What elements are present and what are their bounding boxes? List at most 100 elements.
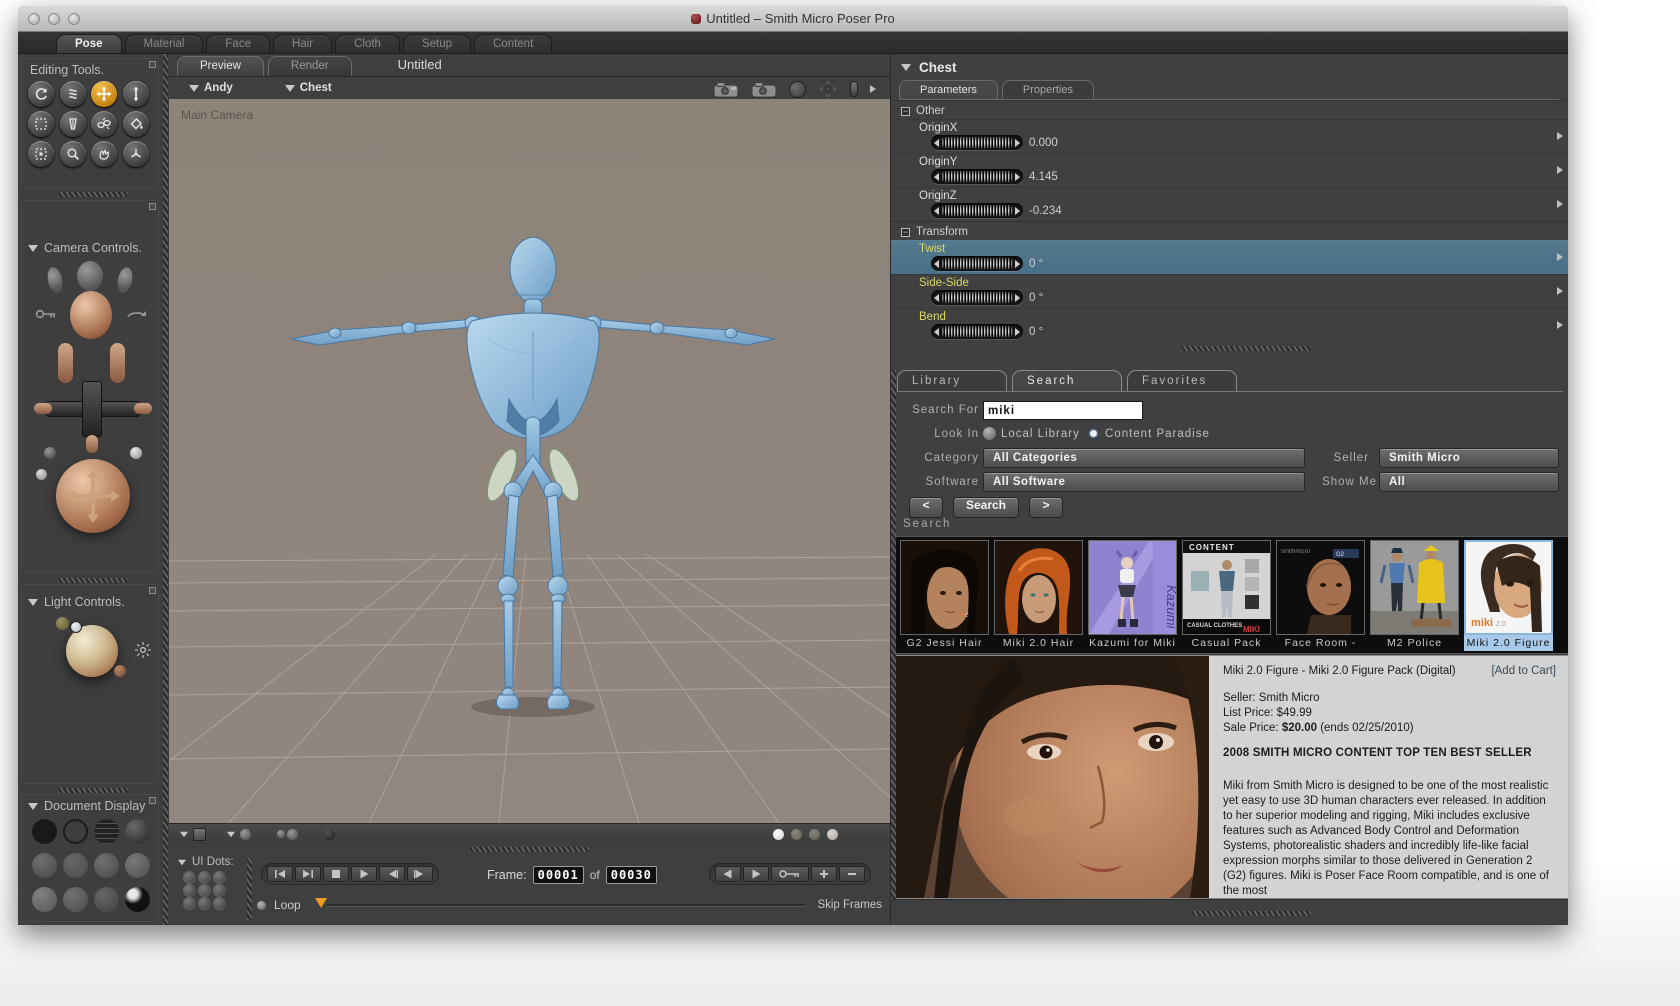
collapse-triangle-icon[interactable] bbox=[28, 244, 38, 252]
search-button[interactable]: Search bbox=[953, 497, 1019, 518]
delete-keyframe-button[interactable] bbox=[839, 866, 865, 882]
grouping-tool-icon[interactable] bbox=[28, 141, 54, 167]
head-camera-icon[interactable] bbox=[77, 261, 103, 291]
parameter-dial[interactable] bbox=[931, 324, 1023, 339]
next-page-button[interactable]: > bbox=[1029, 497, 1063, 518]
section-resize-grip[interactable] bbox=[58, 788, 128, 793]
scale-view-handle-icon[interactable] bbox=[850, 81, 858, 97]
depth-dot-icon[interactable] bbox=[791, 828, 802, 840]
tab-content[interactable]: Content bbox=[474, 34, 553, 53]
timeline-slider[interactable] bbox=[326, 903, 806, 907]
light-dot-icon[interactable] bbox=[70, 621, 82, 633]
ui-dot[interactable] bbox=[183, 897, 196, 910]
translate-inout-tool-icon[interactable] bbox=[122, 81, 149, 107]
display-smooth-shaded-icon[interactable] bbox=[125, 853, 150, 878]
next-key-button[interactable] bbox=[743, 866, 769, 882]
parameter-dial[interactable] bbox=[931, 256, 1023, 271]
tab-setup[interactable]: Setup bbox=[402, 34, 471, 53]
section-gadget-icon[interactable] bbox=[149, 587, 156, 594]
parameter-menu-icon[interactable] bbox=[1557, 253, 1563, 261]
result-thumbnail-kazumi[interactable]: Kazumi Kazumi for Miki bbox=[1088, 540, 1177, 653]
multi-ball-icon[interactable] bbox=[287, 828, 298, 840]
local-library-radio-label[interactable]: Local Library bbox=[1001, 428, 1080, 440]
light-dot-icon[interactable] bbox=[56, 617, 69, 630]
display-flat-lined-icon[interactable] bbox=[94, 853, 119, 878]
tracking-menu-icon[interactable] bbox=[227, 831, 235, 837]
display-flat-shaded-icon[interactable] bbox=[63, 853, 88, 878]
ui-dot[interactable] bbox=[213, 871, 226, 884]
result-thumbnail-m2-police[interactable]: M2 Police bbox=[1370, 540, 1459, 653]
display-smooth-lined-icon[interactable] bbox=[32, 887, 57, 912]
twist-tool-icon[interactable] bbox=[59, 81, 86, 107]
result-thumbnail-casual-pack[interactable]: CONTENT CASUAL CLOTHES MIKI Casual Pack bbox=[1182, 540, 1271, 653]
display-texture-shaded-icon[interactable] bbox=[63, 887, 88, 912]
prev-key-button[interactable] bbox=[715, 866, 741, 882]
result-thumbnail-miki-hair[interactable]: Miki 2.0 Hair bbox=[994, 540, 1083, 653]
camera-name-label[interactable]: Main Camera bbox=[181, 108, 253, 122]
view-magnifier-tool-icon[interactable] bbox=[59, 141, 86, 167]
page-menu-icon[interactable] bbox=[180, 831, 188, 837]
timeline-position-marker[interactable] bbox=[314, 898, 327, 908]
content-paradise-radio[interactable] bbox=[1087, 427, 1100, 440]
seller-dropdown[interactable]: Smith Micro bbox=[1379, 448, 1559, 468]
camera-dot-icon[interactable] bbox=[44, 447, 56, 459]
prev-page-button[interactable]: < bbox=[909, 497, 943, 518]
edit-keyframes-button[interactable] bbox=[771, 866, 809, 882]
left-hand-camera-icon[interactable] bbox=[45, 265, 65, 295]
parameter-dial[interactable] bbox=[931, 203, 1023, 218]
viewport-3d[interactable]: Main Camera bbox=[169, 99, 890, 823]
result-thumbnail-miki-figure[interactable]: miki 2.0 Miki 2.0 Figure bbox=[1464, 540, 1553, 653]
depth-dot-icon[interactable] bbox=[827, 828, 838, 840]
collapse-triangle-icon[interactable] bbox=[28, 802, 38, 810]
depth-dot-icon[interactable] bbox=[809, 828, 820, 840]
morphing-tool-icon[interactable] bbox=[91, 141, 117, 167]
loop-radio[interactable] bbox=[257, 900, 266, 910]
tab-material[interactable]: Material bbox=[124, 34, 204, 53]
right-hand-camera-icon[interactable] bbox=[115, 265, 135, 295]
stop-button[interactable] bbox=[323, 866, 349, 882]
depth-dot-icon[interactable] bbox=[773, 828, 784, 840]
display-silhouette-icon[interactable] bbox=[32, 819, 57, 844]
parameter-menu-icon[interactable] bbox=[1557, 132, 1563, 140]
current-frame-field[interactable]: 00001 bbox=[532, 866, 584, 884]
display-cartoon-icon[interactable] bbox=[94, 887, 119, 912]
parameter-value[interactable]: 0.000 bbox=[1029, 137, 1058, 149]
ui-dots-collapse-icon[interactable] bbox=[178, 859, 186, 865]
total-frames-field[interactable]: 00030 bbox=[605, 866, 657, 884]
scale-tool-icon[interactable] bbox=[28, 111, 54, 137]
go-to-end-button[interactable] bbox=[295, 866, 321, 882]
parameter-value[interactable]: 0 ° bbox=[1029, 292, 1043, 304]
tab-cloth[interactable]: Cloth bbox=[335, 34, 400, 53]
local-library-radio[interactable] bbox=[983, 427, 996, 440]
search-input[interactable] bbox=[983, 401, 1143, 420]
ui-dot[interactable] bbox=[198, 884, 211, 897]
tracking-ball-icon[interactable] bbox=[240, 828, 251, 840]
multi-ball-icon[interactable] bbox=[277, 830, 285, 838]
move-view-cross-icon[interactable] bbox=[818, 79, 838, 99]
chain-break-tool-icon[interactable] bbox=[91, 111, 117, 137]
direct-manipulation-tool-icon[interactable] bbox=[122, 141, 149, 167]
tab-properties[interactable]: Properties bbox=[1001, 80, 1094, 99]
panel-expand-icon[interactable] bbox=[870, 85, 876, 93]
library-resize-grip[interactable] bbox=[1181, 346, 1311, 351]
display-hidden-line-icon[interactable] bbox=[32, 853, 57, 878]
display-wireframe-icon[interactable] bbox=[94, 819, 119, 844]
ui-dot[interactable] bbox=[198, 871, 211, 884]
tab-preview[interactable]: Preview bbox=[177, 56, 264, 76]
step-forward-button[interactable] bbox=[407, 866, 433, 882]
camera-view-icon[interactable] bbox=[713, 81, 739, 98]
add-to-cart-link[interactable]: [Add to Cart] bbox=[1491, 664, 1556, 679]
section-gadget-icon[interactable] bbox=[149, 61, 156, 68]
document-resize-grip[interactable] bbox=[469, 847, 589, 852]
parameter-value[interactable]: 4.145 bbox=[1029, 171, 1058, 183]
section-resize-grip[interactable] bbox=[58, 578, 128, 583]
light-dot-icon[interactable] bbox=[114, 665, 126, 677]
group-header-other[interactable]: − Other bbox=[891, 100, 1568, 119]
result-thumbnail-jessi-hair[interactable]: me G2 Jessi Hair bbox=[900, 540, 989, 653]
tab-search[interactable]: Search bbox=[1012, 370, 1122, 391]
right-posing-hand-icon[interactable] bbox=[110, 343, 125, 383]
display-outline-icon[interactable] bbox=[63, 819, 88, 844]
sun-icon[interactable] bbox=[134, 641, 152, 659]
step-back-button[interactable] bbox=[379, 866, 405, 882]
content-paradise-radio-label[interactable]: Content Paradise bbox=[1105, 428, 1210, 440]
